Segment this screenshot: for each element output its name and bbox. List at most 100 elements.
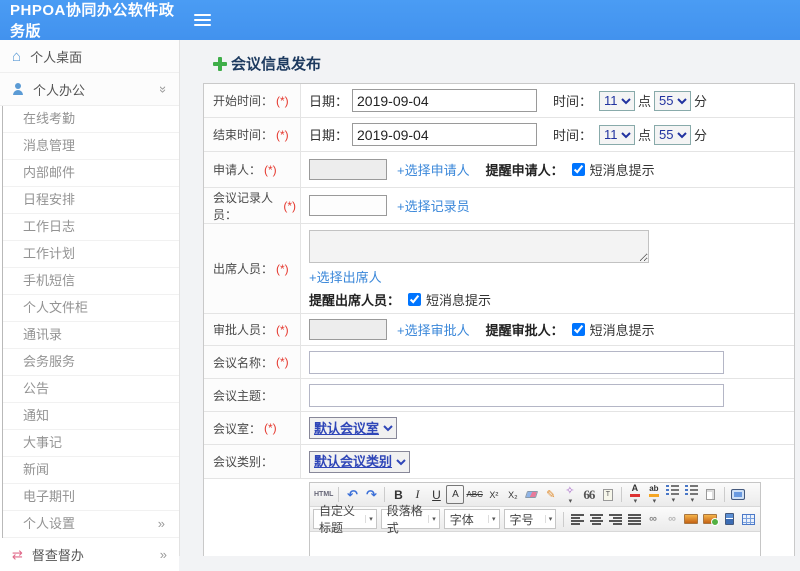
sidebar-item-sms[interactable]: 手机短信 [3, 268, 179, 295]
subscript-button[interactable]: X₂ [504, 485, 522, 504]
attendees-textarea[interactable] [309, 230, 649, 263]
align-left-icon [571, 514, 584, 525]
caret-icon: ▾ [488, 515, 496, 523]
meeting-subject-input[interactable] [309, 384, 724, 407]
eraser-button[interactable] [523, 485, 541, 504]
insert-image-button[interactable] [682, 510, 700, 529]
home-icon: ⌂ [12, 49, 21, 64]
sidebar-item-news[interactable]: 新闻 [3, 457, 179, 484]
highlight-color-button[interactable]: ab▾ [645, 485, 663, 504]
form-row-applicant: 申请人： (*) +选择申请人 提醒申请人： 短消息提示 [204, 152, 794, 188]
sidebar-item-supervise[interactable]: ⇄ 督查督办 » [0, 538, 179, 571]
sidebar-item-desktop[interactable]: ⌂ 个人桌面 [0, 40, 179, 73]
font-family-select[interactable]: 字体▾ [444, 509, 500, 529]
page-break-button[interactable] [720, 510, 738, 529]
sidebar-item-contacts[interactable]: 通讯录 [3, 322, 179, 349]
sidebar-item-office[interactable]: 个人办公 » [0, 73, 179, 106]
menu-toggle-icon[interactable] [194, 11, 211, 29]
meeting-room-select[interactable]: 默认会议室 [309, 417, 397, 439]
align-left-button[interactable] [568, 510, 586, 529]
format-brush-button[interactable]: ✎ [542, 485, 560, 504]
auto-format-button[interactable]: ✧▾ [561, 485, 579, 504]
recorder-input[interactable] [309, 195, 387, 216]
sidebar-item-events[interactable]: 大事记 [3, 430, 179, 457]
insert-link-button[interactable]: ∞ [644, 510, 662, 529]
blockquote-button[interactable]: 66 [580, 485, 598, 504]
topbar: PHPOA协同办公软件政务版 [0, 0, 800, 40]
unordered-list-button[interactable]: ▾ [683, 485, 701, 504]
sidebar-item-file-cabinet[interactable]: 个人文件柜 [3, 295, 179, 322]
insert-table-button[interactable] [739, 510, 757, 529]
sidebar-item-schedule[interactable]: 日程安排 [3, 187, 179, 214]
choose-attendees-link[interactable]: +选择出席人 [309, 267, 382, 286]
approver-input[interactable] [309, 319, 387, 340]
editor-toolbar-row2: 自定义标题▾ 段落格式▾ 字体▾ 字号▾ ∞ ∞ [310, 507, 760, 532]
eraser-icon [525, 491, 538, 498]
sidebar-item-e-journal[interactable]: 电子期刊 [3, 484, 179, 511]
paste-button[interactable]: T [599, 485, 617, 504]
choose-recorder-link[interactable]: +选择记录员 [397, 196, 470, 215]
start-hour-select[interactable]: 11 [599, 91, 635, 111]
new-page-button[interactable] [702, 485, 720, 504]
applicant-sms-checkbox[interactable] [572, 163, 585, 176]
field-label: 结束时间： [213, 126, 273, 143]
font-color-button[interactable]: A▾ [626, 485, 644, 504]
align-justify-button[interactable] [625, 510, 643, 529]
ordered-list-button[interactable]: ▾ [664, 485, 682, 504]
end-hour-select[interactable]: 11 [599, 125, 635, 145]
font-style-box-button[interactable]: A [446, 485, 464, 504]
clipboard-icon: T [603, 489, 613, 501]
unordered-list-icon [685, 485, 698, 496]
sidebar-item-announcement[interactable]: 公告 [3, 376, 179, 403]
required-mark: (*) [276, 323, 289, 337]
redo-button[interactable]: ↷ [362, 485, 380, 504]
form-row-meeting-subject: 会议主题： [204, 379, 794, 412]
attendees-sms-checkbox[interactable] [408, 293, 421, 306]
sidebar-submenu: 在线考勤 消息管理 内部邮件 日程安排 工作日志 工作计划 手机短信 个人文件柜… [2, 106, 179, 538]
meeting-name-input[interactable] [309, 351, 724, 374]
underline-button[interactable]: U [427, 485, 445, 504]
end-minute-select[interactable]: 55 [654, 125, 691, 145]
sidebar-item-notice[interactable]: 通知 [3, 403, 179, 430]
sidebar-item-personal-settings[interactable]: 个人设置 » [3, 511, 179, 538]
meeting-category-select[interactable]: 默认会议类别 [309, 451, 410, 473]
custom-heading-select[interactable]: 自定义标题▾ [313, 509, 377, 529]
field-label: 会议名称： [213, 354, 273, 371]
end-date-input[interactable] [352, 123, 537, 146]
page-title: 会议信息发布 [213, 53, 800, 74]
table-icon [742, 514, 755, 525]
field-label: 会议类别： [213, 453, 273, 470]
start-date-input[interactable] [352, 89, 537, 112]
person-icon [12, 83, 24, 95]
upload-image-button[interactable] [701, 510, 719, 529]
sidebar-item-messages[interactable]: 消息管理 [3, 133, 179, 160]
sidebar-item-internal-mail[interactable]: 内部邮件 [3, 160, 179, 187]
editor-content-area[interactable] [310, 532, 760, 556]
meeting-form: 开始时间： (*) 日期： 时间： 11 点 55 分 结束时间： (*) 日期… [203, 83, 795, 556]
strikethrough-button[interactable]: ABC [465, 485, 483, 504]
align-right-button[interactable] [606, 510, 624, 529]
choose-approver-link[interactable]: +选择审批人 [397, 320, 470, 339]
choose-applicant-link[interactable]: +选择申请人 [397, 160, 470, 179]
sidebar-item-meeting-service[interactable]: 会务服务 [3, 349, 179, 376]
required-mark: (*) [276, 128, 289, 142]
align-center-button[interactable] [587, 510, 605, 529]
form-row-meeting-room: 会议室： (*) 默认会议室 [204, 412, 794, 445]
remove-link-button[interactable]: ∞ [663, 510, 681, 529]
caret-icon: ▾ [634, 497, 638, 505]
align-right-icon [609, 514, 622, 525]
align-justify-icon [628, 514, 641, 525]
required-mark: (*) [283, 199, 296, 213]
sidebar-item-attendance[interactable]: 在线考勤 [3, 106, 179, 133]
sidebar-item-work-plan[interactable]: 工作计划 [3, 241, 179, 268]
paragraph-format-select[interactable]: 段落格式▾ [381, 509, 440, 529]
start-minute-select[interactable]: 55 [654, 91, 691, 111]
rich-text-editor: HTML ↶ ↷ B I U A ABC X² X₂ ✎ [309, 482, 761, 556]
superscript-button[interactable]: X² [485, 485, 503, 504]
sidebar-item-work-log[interactable]: 工作日志 [3, 214, 179, 241]
approver-sms-checkbox[interactable] [572, 323, 585, 336]
applicant-input[interactable] [309, 159, 387, 180]
font-size-select[interactable]: 字号▾ [504, 509, 557, 529]
field-label: 会议室： [213, 420, 261, 437]
fullscreen-button[interactable] [729, 485, 747, 504]
